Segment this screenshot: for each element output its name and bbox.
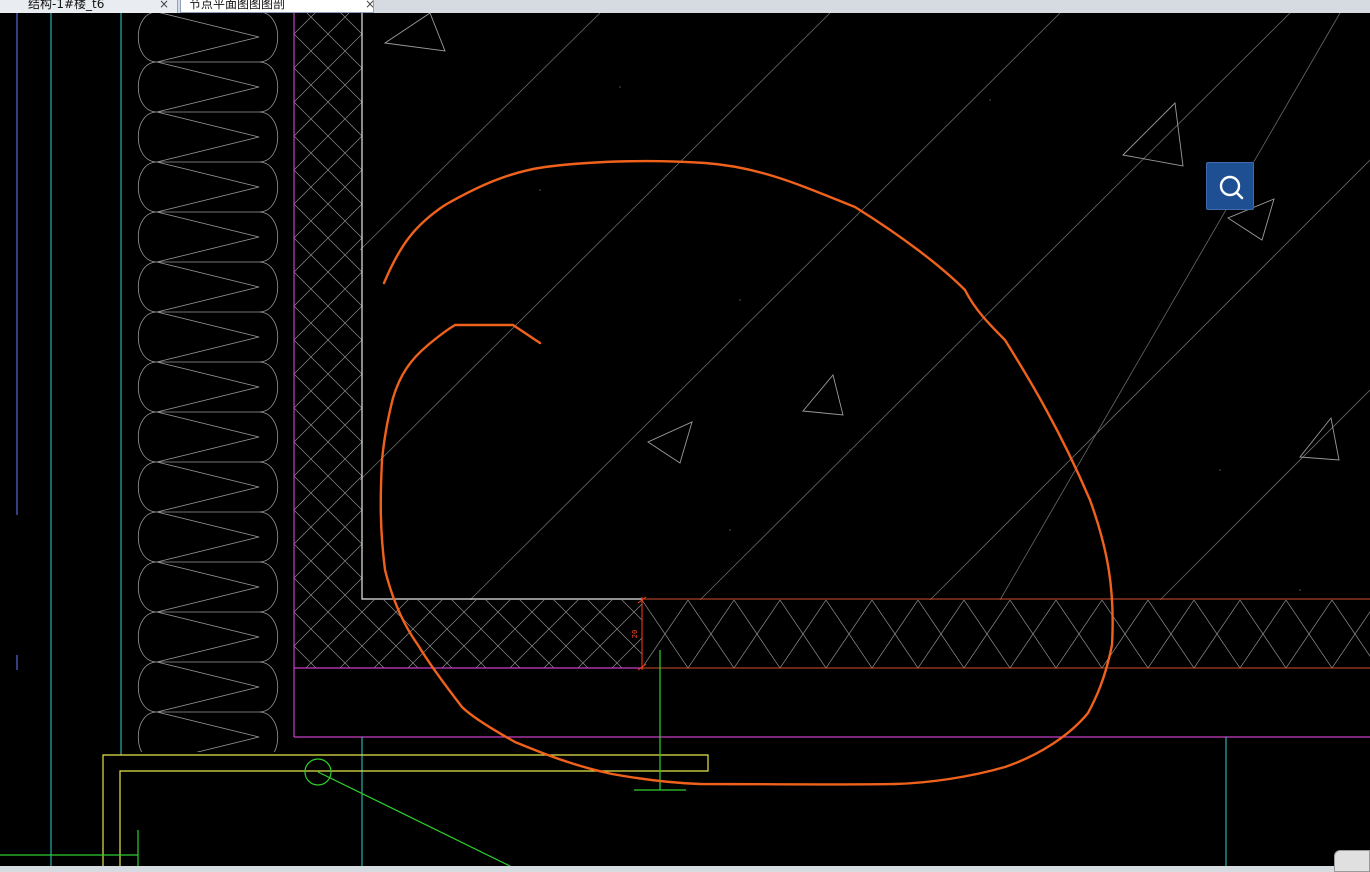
tab-label: 节点平面图图图剖 xyxy=(189,0,286,11)
zoom-button[interactable] xyxy=(1206,162,1254,210)
tab-node-plan[interactable]: 节点平面图图图剖 × xyxy=(180,0,374,13)
magnifier-icon xyxy=(1219,175,1244,200)
horizontal-protection-layer xyxy=(642,600,1370,668)
dimension-text: 20 xyxy=(631,629,640,639)
cad-drawing-canvas[interactable] xyxy=(0,13,1370,866)
close-icon[interactable]: × xyxy=(365,0,373,12)
revision-markup xyxy=(379,159,1114,786)
close-icon[interactable]: × xyxy=(159,0,169,13)
aggregate-triangles xyxy=(383,13,1340,464)
insulation-layer xyxy=(132,13,284,752)
tab-structure-drawing[interactable]: 结构-1#楼_t6 × xyxy=(0,0,178,13)
tab-label: 结构-1#楼_t6 xyxy=(28,0,105,11)
corner-protection-layer xyxy=(362,600,642,668)
vertical-protection-layer xyxy=(294,13,362,668)
wall-edge-lines xyxy=(16,13,122,866)
diagonal-hatch xyxy=(359,13,1370,601)
layout-tab-handle[interactable] xyxy=(1334,850,1370,872)
document-tab-bar: 结构-1#楼_t6 × 节点平面图图图剖 × xyxy=(0,0,1370,13)
grid-lines xyxy=(361,737,1227,866)
structure-boundary xyxy=(361,13,642,600)
base-plate xyxy=(102,754,709,866)
status-bar xyxy=(0,866,1370,872)
